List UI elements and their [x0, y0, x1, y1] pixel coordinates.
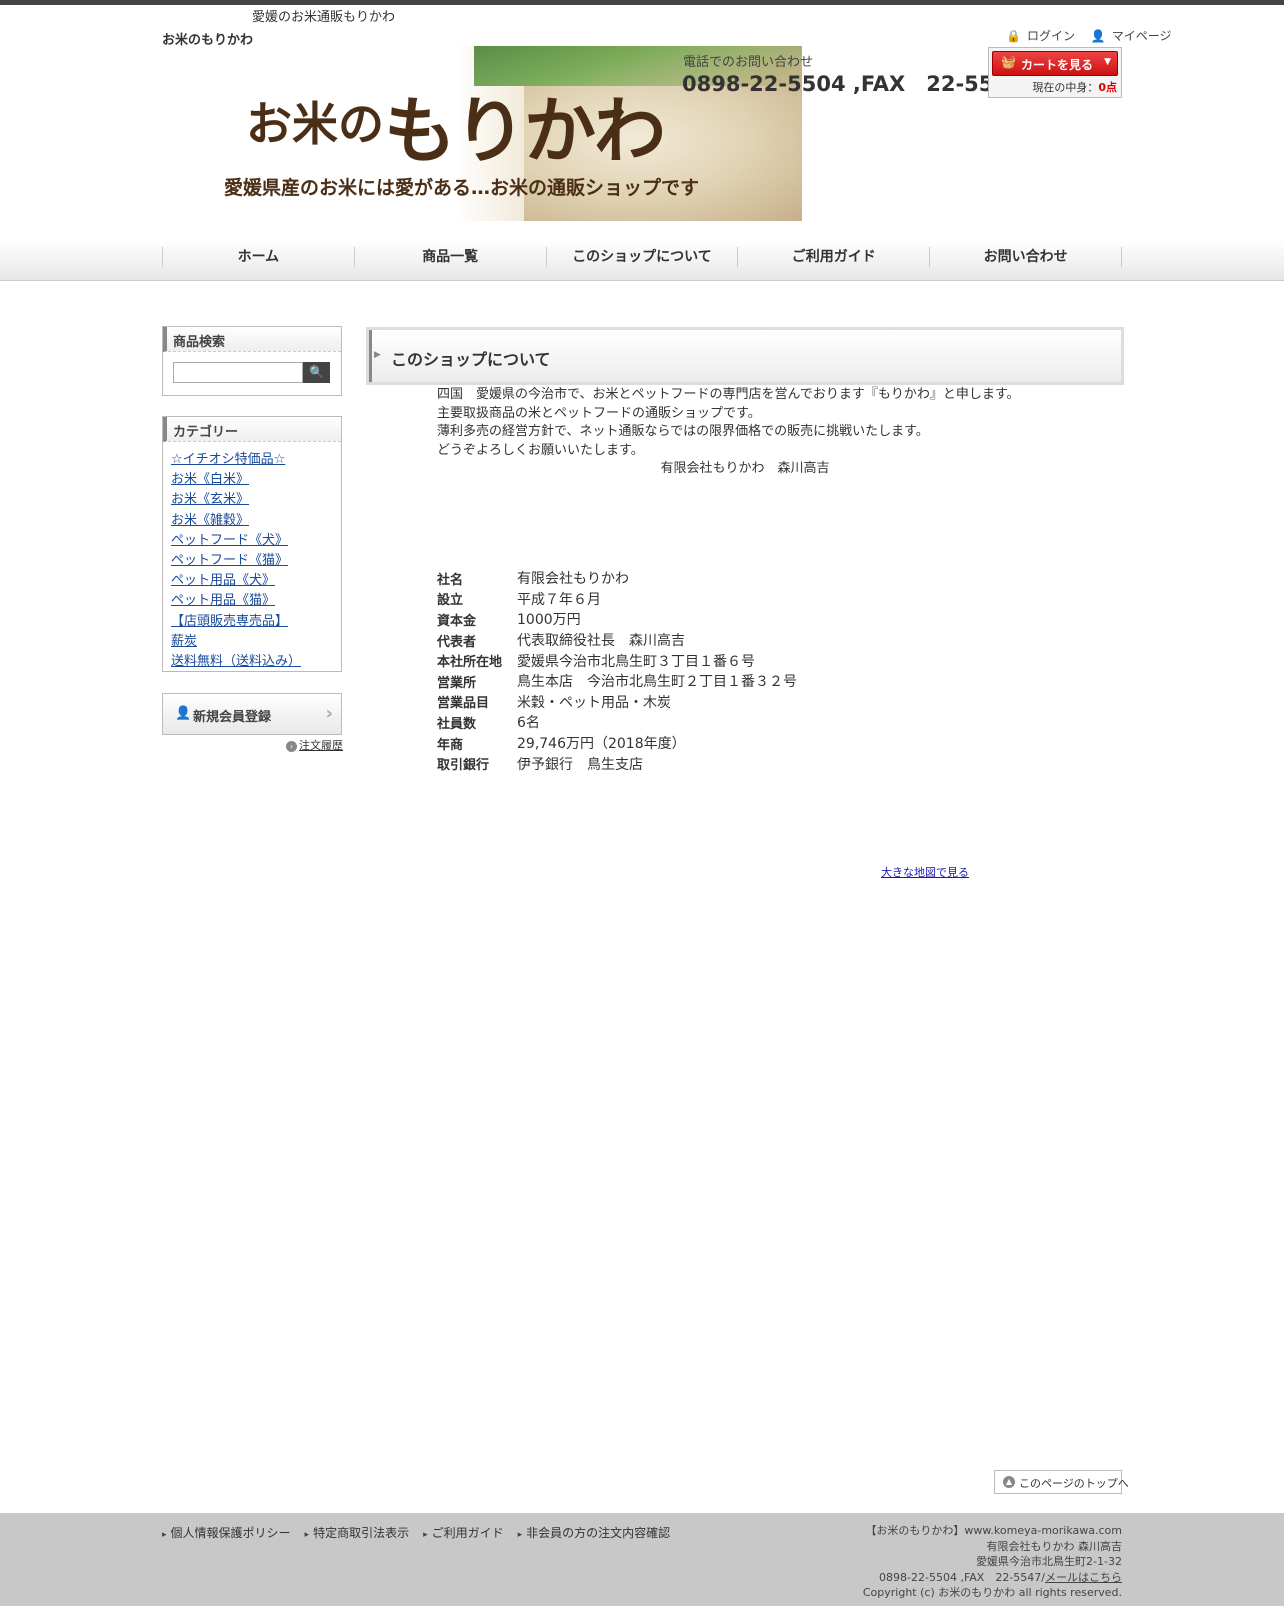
table-row: 設立 平成７年６月 [437, 591, 601, 609]
category-item[interactable]: ペット用品《猫》 [171, 589, 341, 609]
large-map-link[interactable]: 大きな地図で見る [881, 864, 969, 880]
lock-icon: 🔒 [1006, 29, 1021, 43]
signup-button[interactable]: 👤 新規会員登録 › [162, 693, 342, 735]
nav-item-guide[interactable]: ご利用ガイド [737, 247, 929, 267]
category-item[interactable]: 【店頭販売専売品】 [171, 610, 341, 630]
category-item[interactable]: 薪炭 [171, 630, 341, 650]
table-row: 営業品目 米穀・ペット用品・木炭 [437, 694, 671, 712]
search-button[interactable]: 🔍 [303, 362, 330, 383]
table-row: 取引銀行 伊予銀行 鳥生支店 [437, 756, 643, 774]
search-title: 商品検索 [163, 327, 341, 352]
cart-box: 🧺 カートを見る ▼ 現在の中身：0点 [988, 47, 1122, 98]
category-item[interactable]: お米《白米》 [171, 468, 341, 488]
search-box: 商品検索 🔍 [162, 326, 342, 396]
category-item[interactable]: ペットフード《犬》 [171, 529, 341, 549]
intro-signature: 有限会社もりかわ 森川高吉 [660, 461, 830, 476]
cart-count: 現在の中身：0点 [1032, 81, 1117, 94]
table-row: 代表者 代表取締役社長 森川高吉 [437, 633, 685, 650]
site-tagline: 愛媛のお米通販もりかわ [252, 10, 396, 25]
intro-line: 主要取扱商品の米とペットフードの通販ショップです。 [437, 405, 761, 421]
person-icon: 👤 [1090, 29, 1106, 43]
footer-link-privacy[interactable]: 個人情報保護ポリシー [162, 1524, 291, 1541]
intro-line: 薄利多売の経営方針で、ネット通販ならではの限界価格での販売に挑戦いたします。 [437, 424, 929, 439]
company-info-table: 社名 有限会社もりかわ 設立 平成７年６月 資本金 1000万円 代表者 代表取締役社長… [437, 568, 797, 774]
contact-phone: 0898-22-5504 ,FAX 22‐5547 [682, 72, 1023, 96]
table-row: 年商 29,746万円（2018年度） [437, 736, 686, 753]
category-item[interactable]: お米《雑穀》 [171, 509, 341, 529]
category-item[interactable]: ペット用品《犬》 [171, 569, 341, 589]
category-item[interactable]: ☆イチオシ特価品☆ [171, 448, 341, 468]
nav-item-products[interactable]: 商品一覧 [353, 247, 546, 267]
page-title: このショップについて [391, 350, 551, 369]
category-list: ☆イチオシ特価品☆ お米《白米》 お米《玄米》 お米《雑穀》 ペットフード《犬》… [163, 442, 341, 670]
view-cart-button[interactable]: 🧺 カートを見る ▼ [992, 51, 1118, 76]
footer-link-law[interactable]: 特定商取引法表示 [305, 1524, 409, 1541]
nav-item-about[interactable]: このショップについて [545, 247, 738, 267]
footer-contact: 0898-22-5504 ,FAX 22‐5547/メールはこちら [879, 1570, 1122, 1584]
category-box: カテゴリー ☆イチオシ特価品☆ お米《白米》 お米《玄米》 お米《雑穀》 ペット… [162, 416, 342, 672]
footer: 個人情報保護ポリシー 特定商取引法表示 ご利用ガイド 非会員の方の注文内容確認 … [0, 1513, 1284, 1606]
table-row: 本社所在地 愛媛県今治市北鳥生町３丁目１番６号 [437, 653, 755, 671]
page-top-button[interactable]: ▲ このページのトップへ [994, 1470, 1129, 1494]
intro-line: 四国 愛媛県の今治市で、お米とペットフードの専門店を営んでおります『もりかわ』と… [437, 387, 1020, 402]
global-nav: ホーム 商品一覧 このショップについて ご利用ガイド お問い合わせ [0, 240, 1284, 281]
logo-prefix: お米の [246, 97, 384, 151]
footer-site: 【お米のもりかわ】www.komeya-morikawa.com [865, 1524, 1122, 1537]
search-icon: 🔍 [309, 365, 324, 379]
footer-link-order-check[interactable]: 非会員の方の注文内容確認 [518, 1524, 670, 1541]
category-item[interactable]: お米《玄米》 [171, 488, 341, 508]
nav-item-contact[interactable]: お問い合わせ [929, 247, 1122, 267]
logo-subtitle: 愛媛県産のお米には愛がある…お米の通販ショップです [224, 177, 700, 199]
category-title: カテゴリー [163, 417, 341, 442]
basket-icon: 🧺 [1001, 55, 1016, 69]
mypage-link[interactable]: 👤 マイページ [1085, 29, 1172, 43]
table-row: 営業所 鳥生本店 今治市北鳥生町２丁目１番３２号 [437, 674, 797, 691]
table-row: 資本金 1000万円 [437, 612, 581, 629]
person-icon: 👤 [175, 706, 192, 721]
table-row: 社員数 6名 [437, 715, 540, 732]
footer-company: 有限会社もりかわ 森川高吉 [986, 1539, 1123, 1553]
search-input[interactable] [173, 362, 303, 383]
chevron-right-icon: › [325, 703, 333, 724]
logo-main: もりかわ [384, 88, 666, 173]
arrow-right-icon: › [286, 740, 297, 752]
footer-address: 愛媛県今治市北鳥生町2-1-32 [976, 1555, 1122, 1568]
footer-mail-link[interactable]: メールはこちら [1045, 1571, 1122, 1584]
order-history-link[interactable]: › 注文履歴 [286, 737, 343, 753]
arrow-down-icon: ▼ [1104, 57, 1111, 67]
top-bar [0, 0, 1284, 5]
category-item[interactable]: ペットフード《猫》 [171, 549, 341, 569]
footer-copyright: Copyright (c) お米のもりかわ all rights reserve… [862, 1586, 1122, 1599]
category-item[interactable]: 送料無料（送料込み） [171, 650, 341, 670]
footer-links: 個人情報保護ポリシー 特定商取引法表示 ご利用ガイド 非会員の方の注文内容確認 [162, 1524, 684, 1541]
shop-intro: 四国 愛媛県の今治市で、お米とペットフードの専門店を営んでおります『もりかわ』と… [437, 386, 1113, 479]
footer-info: 【お米のもりかわ】www.komeya-morikawa.com 有限会社もりか… [863, 1523, 1122, 1601]
login-link[interactable]: 🔒 ログイン [1000, 29, 1075, 43]
footer-link-guide[interactable]: ご利用ガイド [423, 1524, 504, 1541]
table-row: 社名 有限会社もりかわ [437, 571, 629, 588]
nav-item-home[interactable]: ホーム [162, 247, 354, 267]
triangle-right-icon: ▶ [374, 350, 381, 360]
member-links: 🔒 ログイン 👤 マイページ [994, 27, 1172, 44]
page-title-box: ▶ このショップについて [366, 327, 1124, 385]
arrow-up-icon: ▲ [1003, 1476, 1015, 1488]
intro-line: どうぞよろしくお願いいたします。 [437, 442, 644, 458]
